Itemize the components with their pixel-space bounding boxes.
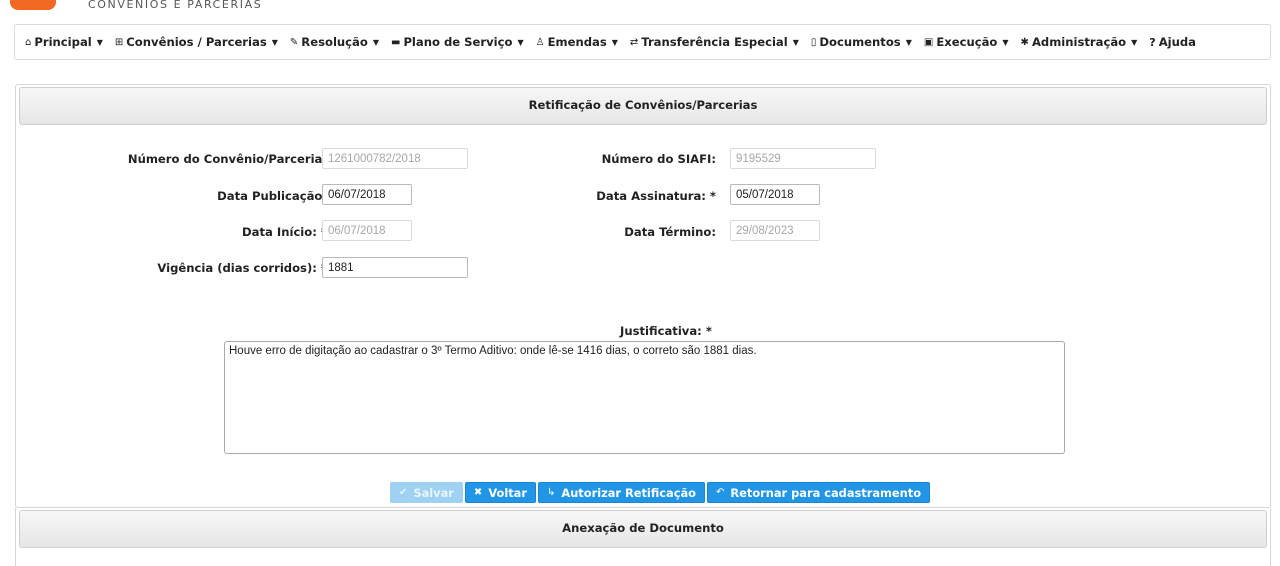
justificativa-textarea[interactable]: Houve erro de digitação ao cadastrar o 3… xyxy=(224,341,1065,454)
retornar-cadastramento-button[interactable]: ↶ Retornar para cadastramento xyxy=(706,482,931,503)
nav-item-administracao[interactable]: ✱ Administração ▼ xyxy=(1021,35,1138,49)
nav-label: Principal xyxy=(34,35,92,49)
grid-icon: ⊞ xyxy=(114,36,124,48)
nav-label: Execução xyxy=(936,35,998,49)
autorizar-retificacao-button[interactable]: ↳ Autorizar Retificação xyxy=(537,482,705,503)
data-publicacao-field[interactable] xyxy=(322,184,412,205)
numero-siafi-label: Número do SIAFI: xyxy=(601,152,716,166)
data-inicio-field xyxy=(322,220,412,241)
home-icon: ⌂ xyxy=(25,36,32,48)
check-circle-icon: ✔ xyxy=(399,487,408,498)
vigencia-field[interactable] xyxy=(322,257,468,278)
nav-label: Emendas xyxy=(547,35,607,49)
salvar-label: Salvar xyxy=(413,485,454,500)
document-icon: ▯ xyxy=(810,36,817,48)
vigencia-label: Vigência (dias corridos): * xyxy=(157,261,327,275)
gear-icon: ✱ xyxy=(1020,36,1029,48)
nav-item-principal[interactable]: ⌂ Principal ▼ xyxy=(25,35,103,49)
logo-subtitle: CONVÊNIOS E PARCERIAS xyxy=(88,0,263,11)
caret-down-icon: ▼ xyxy=(1002,37,1009,47)
header-logo-strip: CONVÊNIOS E PARCERIAS xyxy=(0,0,1280,14)
voltar-label: Voltar xyxy=(488,485,527,500)
share-arrow-icon: ↳ xyxy=(546,487,556,498)
nav-item-ajuda[interactable]: ? Ajuda xyxy=(1149,35,1196,49)
caret-down-icon: ▼ xyxy=(905,37,912,47)
help-icon: ? xyxy=(1149,35,1156,49)
retornar-label: Retornar para cadastramento xyxy=(730,485,922,500)
data-termino-field xyxy=(730,220,820,241)
close-circle-icon: ✖ xyxy=(473,487,483,498)
nav-item-transferencia[interactable]: ⇄ Transferência Especial ▼ xyxy=(630,35,799,49)
pencil-icon: ✎ xyxy=(289,36,299,48)
main-navbar: ⌂ Principal ▼ ⊞ Convênios / Parcerias ▼ ✎ Res… xyxy=(14,24,1271,60)
numero-convenio-label: Número do Convênio/Parceria: xyxy=(127,152,327,166)
action-buttons: ✔ Salvar ✖ Voltar ↳ Autorizar Retificação ↶… xyxy=(390,482,932,503)
numero-convenio-field xyxy=(322,148,468,169)
nav-label: Transferência Especial xyxy=(641,35,788,49)
nav-item-resolucao[interactable]: ✎ Resolução ▼ xyxy=(290,35,379,49)
data-assinatura-label: Data Assinatura: * xyxy=(596,189,716,203)
anexacao-panel: Anexação de Documento xyxy=(15,508,1271,566)
transfer-icon: ⇄ xyxy=(629,36,639,48)
caret-down-icon: ▼ xyxy=(1131,37,1138,47)
caret-down-icon: ▼ xyxy=(611,37,618,47)
nav-label: Convênios / Parcerias xyxy=(126,35,267,49)
caret-down-icon: ▼ xyxy=(517,37,524,47)
data-termino-label: Data Término: xyxy=(624,225,716,239)
user-icon: ♙ xyxy=(535,36,545,48)
data-assinatura-field[interactable] xyxy=(730,184,820,205)
data-publicacao-label: Data Publicação: xyxy=(217,189,327,203)
caret-down-icon: ▼ xyxy=(96,37,103,47)
nav-item-plano-servico[interactable]: ▬ Plano de Serviço ▼ xyxy=(391,35,524,49)
data-inicio-label: Data Início: * xyxy=(242,225,327,239)
caret-down-icon: ▼ xyxy=(271,37,278,47)
nav-label: Plano de Serviço xyxy=(403,35,513,49)
caret-down-icon: ▼ xyxy=(372,37,379,47)
nav-label: Administração xyxy=(1031,35,1127,49)
nav-item-convenios[interactable]: ⊞ Convênios / Parcerias ▼ xyxy=(115,35,278,49)
salvar-button[interactable]: ✔ Salvar xyxy=(390,482,463,503)
nav-item-documentos[interactable]: ▯ Documentos ▼ xyxy=(811,35,912,49)
nav-item-emendas[interactable]: ♙ Emendas ▼ xyxy=(536,35,618,49)
undo-arrow-icon: ↶ xyxy=(715,487,725,498)
nav-label: Resolução xyxy=(301,35,368,49)
anexacao-panel-title: Anexação de Documento xyxy=(19,510,1267,548)
caret-down-icon: ▼ xyxy=(792,37,799,47)
folder-icon: ▬ xyxy=(390,36,401,48)
nav-label: Ajuda xyxy=(1158,35,1197,49)
panel-title: Retificação de Convênios/Parcerias xyxy=(19,87,1267,125)
nav-label: Documentos xyxy=(819,35,901,49)
numero-siafi-field xyxy=(730,148,876,169)
autorizar-label: Autorizar Retificação xyxy=(561,485,696,500)
voltar-button[interactable]: ✖ Voltar xyxy=(464,482,536,503)
nav-item-execucao[interactable]: ▣ Execução ▼ xyxy=(924,35,1009,49)
calendar-icon: ▣ xyxy=(923,36,934,48)
logo-icon xyxy=(10,0,56,10)
retificacao-panel: Retificação de Convênios/Parcerias Númer… xyxy=(15,84,1271,508)
justificativa-label: Justificativa: * xyxy=(620,324,712,338)
